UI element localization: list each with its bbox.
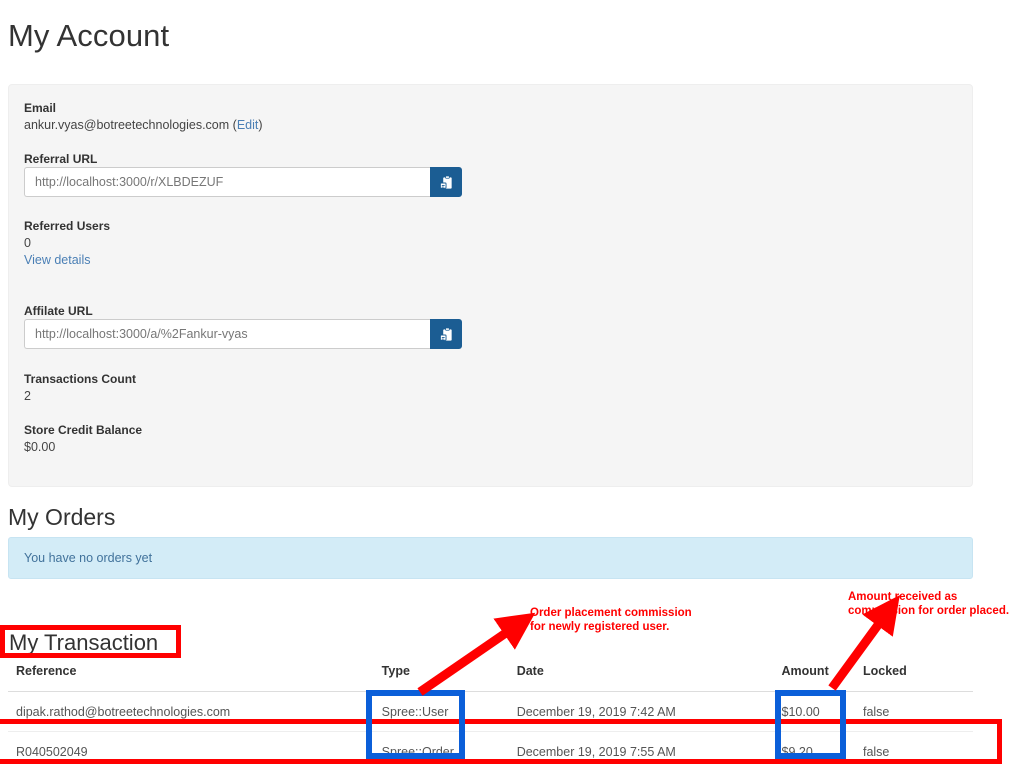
transactions-count-value: 2 <box>24 389 31 403</box>
annotation-note-type: Order placement commission for newly reg… <box>530 606 692 635</box>
transactions-count-label: Transactions Count <box>24 372 136 386</box>
cell-date: December 19, 2019 7:42 AM <box>517 692 782 732</box>
account-page: My Account Email ankur.vyas@botreetechno… <box>0 0 1024 770</box>
affiliate-url-input[interactable] <box>24 319 430 349</box>
column-header-reference: Reference <box>8 664 382 692</box>
account-info-panel <box>8 84 973 487</box>
affiliate-url-label: Affilate URL <box>24 304 93 318</box>
referred-users-count: 0 <box>24 236 31 250</box>
column-header-locked: Locked <box>863 664 973 692</box>
page-title: My Account <box>8 18 169 54</box>
cell-amount: $9.20 <box>782 732 863 771</box>
edit-email-link[interactable]: Edit <box>237 118 259 132</box>
transactions-table-body: dipak.rathod@botreetechnologies.com Spre… <box>8 692 973 771</box>
referral-url-group <box>24 167 462 197</box>
table-header-row: Reference Type Date Amount Locked <box>8 664 973 692</box>
no-orders-alert: You have no orders yet <box>8 537 973 579</box>
clipboard-paste-icon <box>439 327 454 342</box>
cell-amount: $10.00 <box>782 692 863 732</box>
cell-type: Spree::Order <box>382 732 517 771</box>
email-edit-paren-open: ( <box>229 118 237 132</box>
cell-locked: false <box>863 692 973 732</box>
affiliate-url-group <box>24 319 462 349</box>
referral-url-input[interactable] <box>24 167 430 197</box>
email-edit-paren-close: ) <box>258 118 262 132</box>
copy-affiliate-url-button[interactable] <box>430 319 462 349</box>
view-details-link[interactable]: View details <box>24 253 90 267</box>
store-credit-value: $0.00 <box>24 440 55 454</box>
column-header-date: Date <box>517 664 782 692</box>
clipboard-paste-icon <box>439 175 454 190</box>
cell-type: Spree::User <box>382 692 517 732</box>
transactions-table: Reference Type Date Amount Locked dipak.… <box>8 664 973 771</box>
referral-url-label: Referral URL <box>24 152 97 166</box>
cell-reference: R040502049 <box>8 732 382 771</box>
column-header-type: Type <box>382 664 517 692</box>
cell-reference: dipak.rathod@botreetechnologies.com <box>8 692 382 732</box>
transactions-table-head: Reference Type Date Amount Locked <box>8 664 973 692</box>
table-row: dipak.rathod@botreetechnologies.com Spre… <box>8 692 973 732</box>
column-header-amount: Amount <box>782 664 863 692</box>
cell-locked: false <box>863 732 973 771</box>
table-row: R040502049 Spree::Order December 19, 201… <box>8 732 973 771</box>
store-credit-label: Store Credit Balance <box>24 423 142 437</box>
annotation-note-amount: Amount received as commission for order … <box>848 590 1009 619</box>
my-orders-title: My Orders <box>8 504 115 530</box>
email-label: Email <box>24 101 56 115</box>
referred-users-label: Referred Users <box>24 219 110 233</box>
my-transaction-title: My Transaction <box>9 630 158 655</box>
cell-date: December 19, 2019 7:55 AM <box>517 732 782 771</box>
email-value: ankur.vyas@botreetechnologies.com (Edit) <box>24 118 263 132</box>
no-orders-message: You have no orders yet <box>24 551 152 565</box>
email-address-text: ankur.vyas@botreetechnologies.com <box>24 118 229 132</box>
copy-referral-url-button[interactable] <box>430 167 462 197</box>
